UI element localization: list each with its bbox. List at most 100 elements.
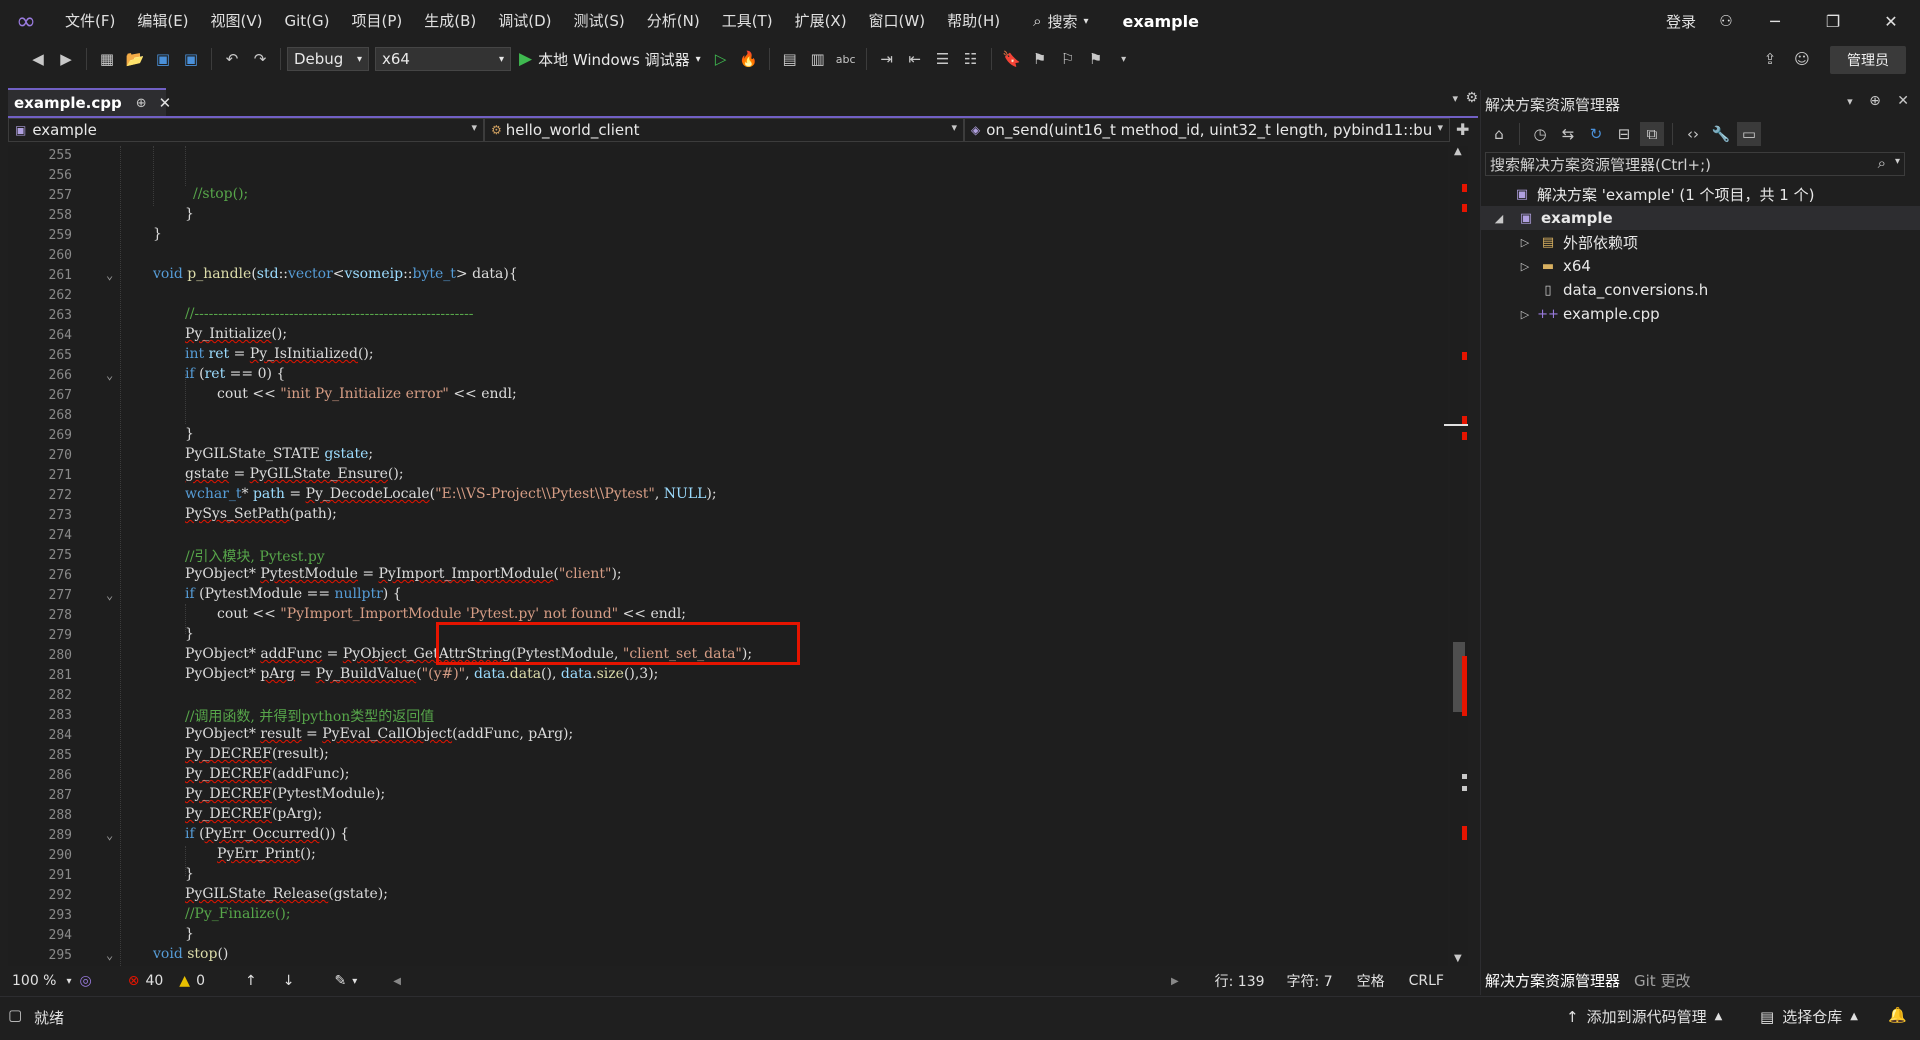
chevron-down-icon[interactable]: ▾ (66, 976, 71, 987)
menu-window[interactable]: 窗口(W) (858, 0, 937, 42)
toolbar-overflow-icon[interactable]: ▾ (1112, 47, 1136, 71)
admin-button[interactable]: 管理员 (1830, 46, 1906, 74)
close-panel-icon[interactable]: ✕ (1897, 93, 1909, 109)
tree-item-external-dependencies[interactable]: ▷ ▤ 外部依赖项 (1481, 230, 1920, 254)
fold-toggle-icon[interactable]: ⌄ (106, 368, 113, 382)
clear-bookmarks-icon[interactable]: ⚑ (1084, 47, 1108, 71)
pin-icon[interactable]: ⊕ (1869, 93, 1881, 109)
next-issue-icon[interactable]: ↓ (283, 973, 295, 989)
close-tab-icon[interactable]: ✕ (159, 94, 172, 112)
login-link[interactable]: 登录 (1666, 11, 1696, 32)
expand-arrow-icon[interactable]: ▷ (1517, 260, 1533, 273)
line-ending[interactable]: CRLF (1409, 973, 1444, 989)
outdent-icon[interactable]: ☷ (959, 47, 983, 71)
fold-toggle-icon[interactable]: ⌄ (106, 588, 113, 602)
menu-analyze[interactable]: 分析(N) (636, 0, 711, 42)
tab-solution-explorer[interactable]: 解决方案资源管理器 (1485, 970, 1620, 991)
solution-explorer-icon[interactable]: ▤ (778, 47, 802, 71)
minimize-icon[interactable]: ─ (1746, 12, 1804, 31)
error-marker[interactable] (1462, 352, 1467, 360)
collapse-all-icon[interactable]: ⊟ (1612, 122, 1636, 146)
properties-wrench-icon[interactable]: 🔧 (1709, 122, 1733, 146)
live-share-icon[interactable]: ⇪ (1758, 47, 1782, 71)
start-without-debugging-icon[interactable]: ▷ (709, 47, 733, 71)
previous-issue-icon[interactable]: ↑ (245, 973, 257, 989)
indent-icon[interactable]: ☰ (931, 47, 955, 71)
intellicode-icon[interactable]: ◎ (80, 973, 92, 989)
start-debugging-button[interactable]: ▶ 本地 Windows 调试器 ▾ (519, 49, 701, 70)
account-icon[interactable]: ⚇ (1706, 12, 1746, 30)
pin-icon[interactable]: ⊕ (136, 96, 147, 111)
chevron-down-icon[interactable]: ▾ (352, 976, 357, 987)
menu-extensions[interactable]: 扩展(X) (784, 0, 858, 42)
redo-icon[interactable]: ↷ (248, 47, 272, 71)
menu-build[interactable]: 生成(B) (413, 0, 487, 42)
pending-changes-icon[interactable]: ◷ (1528, 122, 1552, 146)
expand-arrow-icon[interactable]: ▷ (1517, 308, 1533, 321)
menu-test[interactable]: 测试(S) (563, 0, 636, 42)
configuration-select[interactable]: Debug ▾ (287, 47, 369, 71)
view-code-icon[interactable]: ‹› (1681, 122, 1705, 146)
error-marker[interactable] (1462, 204, 1467, 212)
undo-icon[interactable]: ↶ (220, 47, 244, 71)
scroll-left-icon[interactable]: ◀ (393, 976, 401, 987)
code-editor[interactable]: 255 256 257 258 259 260 261 262 263 264 265 266 267 2… (8, 146, 1448, 966)
show-all-files-icon[interactable]: ⧉ (1640, 122, 1664, 146)
menu-git[interactable]: Git(G) (274, 0, 341, 42)
refresh-icon[interactable]: ↻ (1584, 122, 1608, 146)
settings-gear-icon[interactable]: ⚙ (1465, 90, 1478, 106)
menu-tools[interactable]: 工具(T) (711, 0, 784, 42)
indentation-mode[interactable]: 空格 (1357, 971, 1385, 991)
solution-search-input[interactable]: 搜索解决方案资源管理器(Ctrl+;) ⌕ ▾ (1485, 152, 1905, 176)
error-icon[interactable]: ⊗ (128, 973, 140, 989)
tree-item-solution[interactable]: ▣ 解决方案 'example' (1 个项目，共 1 个) (1481, 182, 1920, 206)
chevron-down-icon[interactable]: ▾ (1895, 156, 1900, 167)
error-marker[interactable] (1462, 656, 1467, 716)
close-icon[interactable]: ✕ (1862, 12, 1920, 31)
restore-icon[interactable]: ❐ (1804, 12, 1862, 31)
save-icon[interactable]: ▣ (151, 47, 175, 71)
tree-item-project[interactable]: ◢ ▣ example (1481, 206, 1920, 230)
notifications-bell-icon[interactable]: 🔔 (1888, 1006, 1907, 1024)
scroll-down-icon[interactable]: ▼ (1454, 953, 1462, 964)
feedback-icon[interactable]: ☺ (1790, 47, 1814, 71)
spell-check-icon[interactable]: abc (834, 47, 858, 71)
fold-toggle-icon[interactable]: ⌄ (106, 948, 113, 962)
step-into-icon[interactable]: ⇥ (875, 47, 899, 71)
sync-icon[interactable]: ⇆ (1556, 122, 1580, 146)
layout-icon[interactable]: ▥ (806, 47, 830, 71)
error-marker[interactable] (1462, 432, 1467, 440)
save-all-icon[interactable]: ▣ (179, 47, 203, 71)
tree-item-example-cpp[interactable]: ▷ ++ example.cpp (1481, 302, 1920, 326)
error-count[interactable]: 40 (145, 973, 163, 989)
warning-count[interactable]: 0 (196, 973, 205, 989)
preview-icon[interactable]: ▭ (1737, 122, 1761, 146)
collapse-arrow-icon[interactable]: ◢ (1491, 212, 1507, 225)
search-icon[interactable]: ⌕ (1878, 154, 1886, 172)
error-marker[interactable] (1462, 826, 1467, 840)
navigate-back-icon[interactable]: ◀ (26, 47, 50, 71)
tab-example-cpp[interactable]: example.cpp ⊕ ✕ (8, 88, 171, 116)
tree-item-data-conversions-h[interactable]: ▯ data_conversions.h (1481, 278, 1920, 302)
hot-reload-icon[interactable]: 🔥 (737, 47, 761, 71)
menu-project[interactable]: 项目(P) (341, 0, 414, 42)
output-icon[interactable]: ▢ (8, 1006, 22, 1024)
panel-dropdown-icon[interactable]: ▾ (1847, 95, 1853, 108)
editor-vertical-scrollbar[interactable]: ▲ ▼ (1444, 146, 1468, 966)
project-dropdown[interactable]: ▣ example ▾ (8, 118, 484, 142)
cursor-line[interactable]: 行: 139 (1215, 971, 1265, 991)
select-repo-button[interactable]: ▤ 选择仓库 ▲ (1760, 1006, 1858, 1027)
menu-file[interactable]: 文件(F) (54, 0, 126, 42)
split-editor-icon[interactable]: ✚ (1456, 118, 1469, 144)
error-marker[interactable] (1462, 416, 1467, 424)
step-over-icon[interactable]: ⇤ (903, 47, 927, 71)
zoom-level[interactable]: 100 % (12, 973, 56, 989)
new-project-icon[interactable]: ▦ (95, 47, 119, 71)
platform-select[interactable]: x64 ▾ (375, 47, 511, 71)
add-source-control-button[interactable]: ↑ 添加到源代码管理 ▲ (1566, 1006, 1722, 1027)
menu-debug[interactable]: 调试(D) (487, 0, 562, 42)
open-file-icon[interactable]: 📂 (123, 47, 147, 71)
cursor-column[interactable]: 字符: 7 (1287, 971, 1333, 991)
next-bookmark-icon[interactable]: ⚐ (1056, 47, 1080, 71)
previous-bookmark-icon[interactable]: ⚑ (1028, 47, 1052, 71)
